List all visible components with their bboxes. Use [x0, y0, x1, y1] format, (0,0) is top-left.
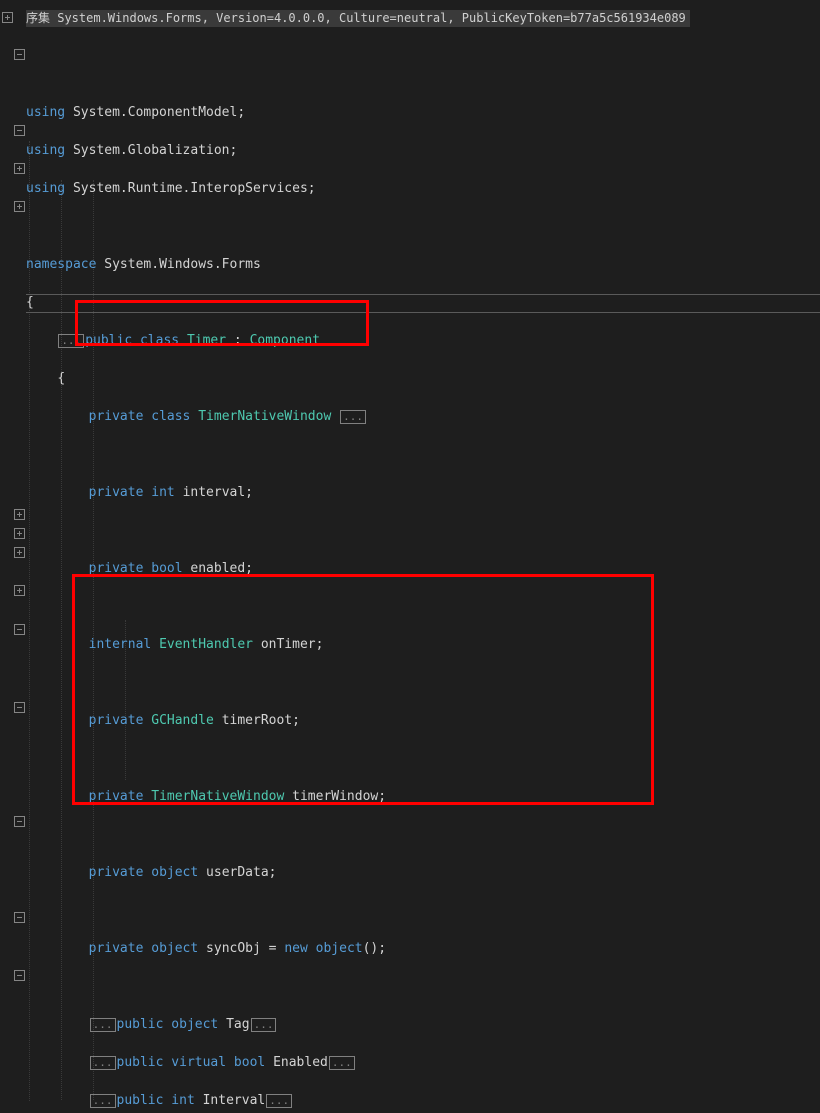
- code-editor[interactable]: 程序集 System.Windows.Forms, Version=4.0.0.…: [0, 0, 820, 1113]
- field-timerroot: private GCHandle timerRoot;: [26, 711, 597, 730]
- fold-glyph[interactable]: [14, 547, 25, 558]
- fold-glyph[interactable]: [14, 816, 25, 827]
- fold-box[interactable]: ...: [266, 1094, 292, 1108]
- fold-glyph[interactable]: [14, 702, 25, 713]
- namespace-line: namespace System.Windows.Forms: [26, 255, 597, 274]
- fold-glyph[interactable]: [14, 624, 25, 635]
- field-interval: private int interval;: [26, 483, 597, 502]
- fold-glyph[interactable]: [14, 201, 25, 212]
- fold-glyph[interactable]: [14, 509, 25, 520]
- fold-box[interactable]: ...: [90, 1018, 116, 1032]
- using-line: using System.Globalization;: [26, 141, 597, 160]
- using-line: using System.ComponentModel;: [26, 103, 597, 122]
- fold-box[interactable]: ...: [340, 410, 366, 424]
- inner-class: private class TimerNativeWindow ...: [26, 407, 597, 426]
- fold-box[interactable]: ...: [251, 1018, 277, 1032]
- fold-glyph[interactable]: [14, 163, 25, 174]
- field-timerwindow: private TimerNativeWindow timerWindow;: [26, 787, 597, 806]
- class-decl: ...public class Timer : Component: [26, 331, 597, 350]
- field-userdata: private object userData;: [26, 863, 597, 882]
- fold-box[interactable]: ...: [90, 1094, 116, 1108]
- prop-enabled: ...public virtual bool Enabled...: [26, 1053, 597, 1072]
- prop-interval: ...public int Interval...: [26, 1091, 597, 1110]
- field-syncobj: private object syncObj = new object();: [26, 939, 597, 958]
- fold-box[interactable]: ...: [58, 334, 84, 348]
- fold-glyph[interactable]: [2, 12, 13, 23]
- gutter: [0, 0, 26, 1113]
- fold-glyph[interactable]: [14, 125, 25, 136]
- code-area[interactable]: using System.ComponentModel; using Syste…: [26, 8, 597, 1113]
- field-ontimer: internal EventHandler onTimer;: [26, 635, 597, 654]
- fold-glyph[interactable]: [14, 970, 25, 981]
- prop-tag: ...public object Tag...: [26, 1015, 597, 1034]
- fold-glyph[interactable]: [14, 528, 25, 539]
- assembly-info-bar: 程序集 System.Windows.Forms, Version=4.0.0.…: [10, 10, 690, 27]
- fold-glyph[interactable]: [14, 912, 25, 923]
- using-line: using System.Runtime.InteropServices;: [26, 179, 597, 198]
- field-enabled: private bool enabled;: [26, 559, 597, 578]
- fold-glyph[interactable]: [14, 585, 25, 596]
- fold-box[interactable]: ...: [90, 1056, 116, 1070]
- fold-box[interactable]: ...: [329, 1056, 355, 1070]
- fold-glyph[interactable]: [14, 49, 25, 60]
